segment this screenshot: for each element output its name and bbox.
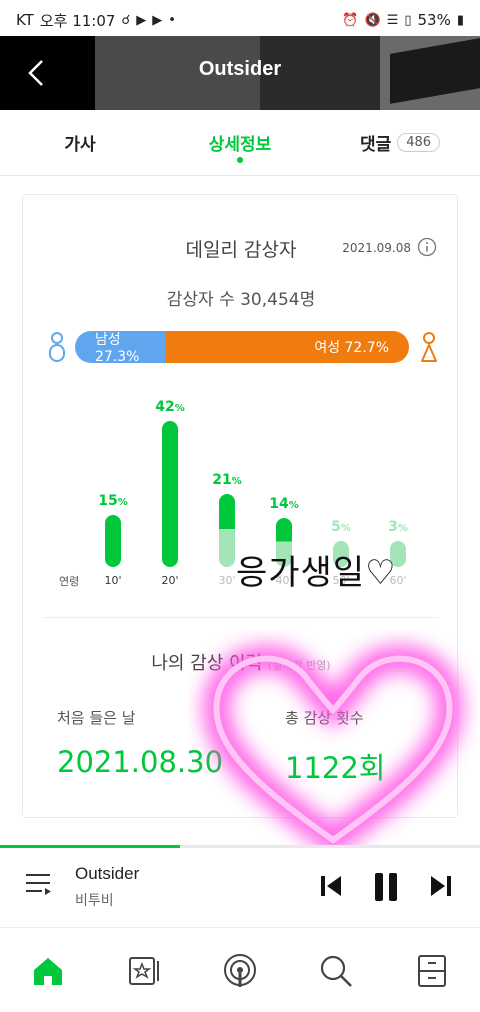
- age-bar-unit: %: [340, 523, 351, 534]
- comment-count-badge: 486: [397, 133, 441, 152]
- first-listen-label: 처음 들은 날: [57, 709, 136, 727]
- tab-comments[interactable]: 댓글 486: [320, 110, 480, 175]
- battery-label: 53%: [417, 11, 451, 29]
- age-bar-unit: %: [288, 500, 299, 511]
- female-label: 여성 72.7%: [314, 340, 389, 356]
- nav-my-music[interactable]: [96, 930, 192, 1012]
- total-plays-count: 1122회: [285, 751, 386, 785]
- nav-podcast[interactable]: [192, 930, 288, 1012]
- age-axis-label: 연령: [59, 575, 80, 588]
- play-notification-icon-2: ▶: [152, 12, 163, 28]
- listener-count: 감상자 수 30,454명: [166, 290, 316, 310]
- battery-icon: ▮: [456, 12, 464, 28]
- gender-bar: 남성 27.3% 여성 72.7%: [75, 331, 409, 363]
- age-bar-column: 15%: [83, 493, 143, 567]
- next-track-icon[interactable]: [428, 872, 454, 900]
- podcast-icon: [224, 954, 256, 987]
- age-bar-unit: %: [231, 476, 242, 487]
- gender-ratio: 남성 27.3% 여성 72.7%: [43, 329, 443, 365]
- age-tick-label: 20': [161, 574, 179, 587]
- daily-date: 2021.09.08: [342, 241, 411, 255]
- pause-icon[interactable]: [372, 872, 400, 902]
- clock-label: 오후 11:07: [39, 11, 116, 30]
- mute-icon: 🔇: [364, 12, 381, 28]
- track-artist[interactable]: 비투비: [75, 890, 114, 910]
- female-icon: [421, 332, 437, 362]
- tab-details-label: 상세정보: [208, 135, 272, 155]
- tab-lyrics[interactable]: 가사: [0, 110, 160, 175]
- alarm-icon: ⏰: [342, 12, 359, 28]
- dot-icon: •: [168, 12, 176, 28]
- wifi-icon: ☰: [386, 12, 399, 28]
- search-icon: [320, 955, 352, 987]
- nav-storage[interactable]: [384, 930, 480, 1012]
- age-bar-unit: %: [117, 497, 128, 508]
- total-plays-label: 총 감상 횟수: [285, 709, 364, 727]
- age-bar-value: 21%: [212, 472, 242, 488]
- status-bar: KT 오후 11:07 ☌ ▶ ▶ • ⏰ 🔇 ☰ ▯ 53% ▮: [0, 0, 480, 40]
- age-bar-value: 42%: [155, 399, 185, 415]
- male-icon: [49, 332, 65, 362]
- page-title: Outsider: [198, 58, 282, 80]
- play-notification-icon: ▶: [136, 12, 147, 28]
- status-right: ⏰ 🔇 ☰ ▯ 53% ▮: [342, 11, 464, 29]
- detail-card: 데일리 감상자 2021.09.08 감상자 수 30,454명 남성 27.3…: [22, 194, 458, 818]
- notification-icon: ☌: [121, 12, 131, 28]
- carrier-label: KT: [16, 11, 34, 29]
- age-tick-label: 10': [104, 574, 122, 587]
- first-listen-date: 2021.08.30: [57, 745, 224, 779]
- age-bar: [219, 494, 235, 567]
- history-subtitle: (실시간 반영): [267, 659, 331, 672]
- history-title-text: 나의 감상 이력: [151, 653, 263, 674]
- male-segment: 남성 27.3%: [75, 331, 167, 363]
- age-bar-column: 42%: [140, 399, 200, 567]
- divider: [43, 617, 439, 618]
- song-header: Outsider: [0, 36, 480, 110]
- playlist-icon[interactable]: [24, 870, 54, 898]
- male-label: 남성 27.3%: [95, 332, 140, 363]
- age-bar-unit: %: [174, 403, 185, 414]
- previous-track-icon[interactable]: [318, 872, 344, 900]
- handwritten-note: 응가생일♡: [236, 553, 397, 593]
- tab-lyrics-label: 가사: [64, 135, 96, 155]
- my-music-icon: [129, 957, 159, 985]
- tab-bar: 가사 상세정보 댓글 486: [0, 110, 480, 176]
- home-icon: [34, 958, 62, 985]
- history-title: 나의 감상 이력 (실시간 반영): [23, 649, 459, 675]
- age-bar-unit: %: [397, 523, 408, 534]
- nav-search[interactable]: [288, 930, 384, 1012]
- age-bar-value: 15%: [98, 493, 128, 509]
- bottom-nav: [0, 930, 480, 1012]
- age-bar-value: 14%: [269, 496, 299, 512]
- tab-details[interactable]: 상세정보: [160, 110, 320, 175]
- info-icon[interactable]: [417, 237, 437, 257]
- age-bar-value: 3%: [388, 519, 408, 535]
- signal-icon: ▯: [404, 12, 412, 28]
- status-left: KT 오후 11:07 ☌ ▶ ▶ •: [16, 10, 176, 31]
- age-bar-value: 5%: [331, 519, 351, 535]
- storage-icon: [418, 955, 446, 987]
- track-title[interactable]: Outsider: [75, 864, 139, 884]
- age-bar: [162, 421, 178, 567]
- age-bar: [105, 515, 121, 567]
- tab-comments-label: 댓글: [359, 135, 392, 155]
- female-segment: 여성 72.7%: [166, 331, 409, 363]
- active-tab-indicator: [237, 157, 243, 163]
- nav-home[interactable]: [0, 930, 96, 1012]
- mini-player: Outsider 비투비: [0, 848, 480, 928]
